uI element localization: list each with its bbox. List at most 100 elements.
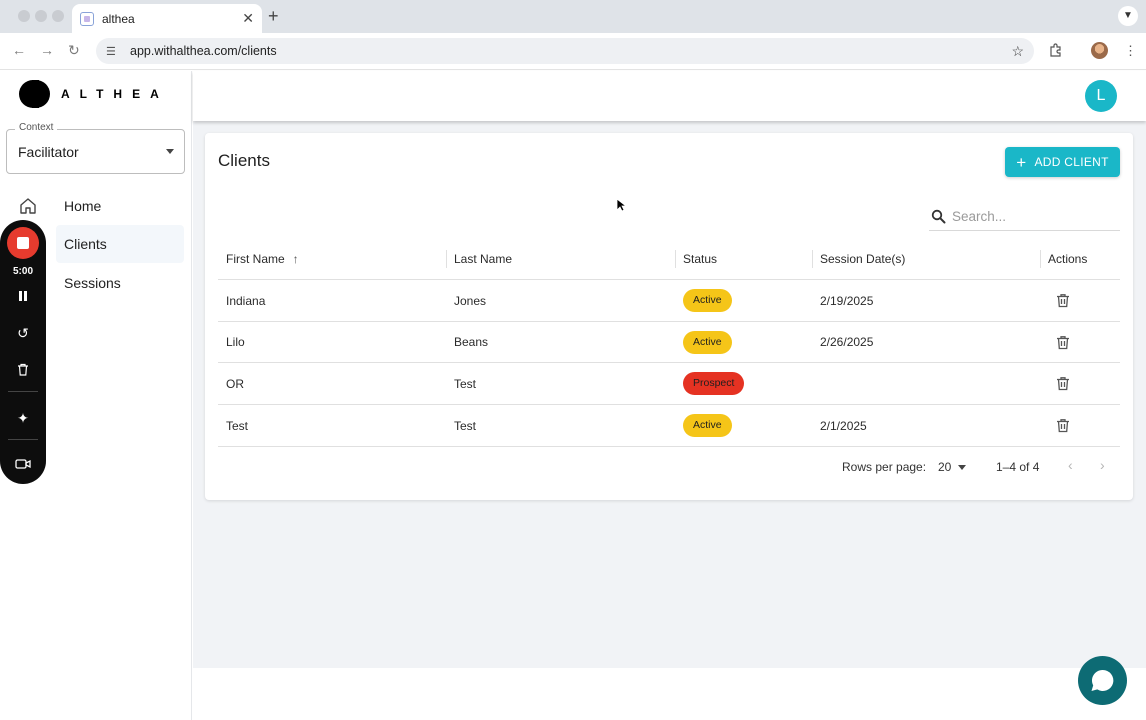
cell-actions xyxy=(1056,280,1070,321)
pause-icon[interactable] xyxy=(13,287,33,307)
table-pagination: Rows per page: 20 1–4 of 4 ‹ › xyxy=(218,454,1120,480)
column-separator xyxy=(446,250,447,268)
delete-trash-icon[interactable] xyxy=(1056,376,1070,391)
bookmark-star-icon[interactable]: ☆ xyxy=(1011,43,1024,60)
sort-ascending-icon[interactable]: ↑ xyxy=(293,252,299,266)
rows-per-page-caret-icon[interactable] xyxy=(958,465,966,470)
main-content: L Clients + ADD CLIENT First Name ↑ xyxy=(193,71,1146,720)
home-icon[interactable] xyxy=(19,197,37,215)
clients-card: Clients + ADD CLIENT First Name ↑ xyxy=(205,133,1133,500)
stop-record-icon[interactable] xyxy=(7,227,39,259)
rows-per-page-label: Rows per page: xyxy=(842,460,927,474)
window-zoom-dot[interactable] xyxy=(52,10,64,22)
favicon-icon xyxy=(80,11,94,26)
browser-profile-avatar[interactable] xyxy=(1091,42,1108,59)
add-client-button[interactable]: + ADD CLIENT xyxy=(1005,147,1120,177)
recording-timer: 5:00 xyxy=(12,266,33,277)
table-row[interactable]: Lilo Beans Active 2/26/2025 xyxy=(218,322,1120,364)
sidebar-item-clients[interactable]: Clients xyxy=(56,225,184,263)
column-header-label: Status xyxy=(683,252,718,266)
cell-status: Active xyxy=(683,405,732,446)
restart-icon[interactable]: ↺ xyxy=(13,323,33,343)
back-icon[interactable]: ← xyxy=(12,42,26,58)
table-row[interactable]: Indiana Jones Active 2/19/2025 xyxy=(218,280,1120,322)
app: ALTHEA Context Facilitator Home Clients … xyxy=(0,71,1146,720)
extensions-icon[interactable] xyxy=(1049,43,1063,60)
previous-page-icon[interactable]: ‹ xyxy=(1068,457,1073,473)
delete-trash-icon[interactable] xyxy=(1056,418,1070,433)
delete-trash-icon[interactable] xyxy=(1056,335,1070,350)
trash-icon[interactable] xyxy=(13,361,33,381)
browser-menu-icon[interactable]: ⋮ xyxy=(1124,43,1137,59)
effects-icon[interactable]: ✦ xyxy=(13,408,33,428)
delete-trash-icon[interactable] xyxy=(1056,293,1070,308)
search-icon xyxy=(931,209,946,223)
cell-actions xyxy=(1056,405,1070,446)
logo-text: ALTHEA xyxy=(61,87,169,101)
new-tab-icon[interactable]: + xyxy=(268,6,279,27)
tab-close-icon[interactable]: ✕ xyxy=(242,10,254,27)
table-header: First Name ↑ Last Name Status Session Da… xyxy=(218,238,1120,280)
column-header-session-dates[interactable]: Session Date(s) xyxy=(820,238,905,280)
window-close-dot[interactable] xyxy=(18,10,30,22)
cell-last-name: Test xyxy=(454,418,477,433)
column-header-last-name[interactable]: Last Name xyxy=(454,238,512,280)
site-settings-icon[interactable]: ☰ xyxy=(106,45,120,58)
sidebar-item-label: Home xyxy=(64,198,102,214)
cell-status: Active xyxy=(683,280,732,321)
user-avatar[interactable]: L xyxy=(1085,80,1117,112)
sidebar-item-home[interactable]: Home xyxy=(56,187,184,225)
camera-icon[interactable] xyxy=(13,455,33,475)
tab-search-chevron-icon[interactable]: ▼ xyxy=(1118,6,1138,26)
cell-session-date: 2/1/2025 xyxy=(820,418,867,433)
cell-status: Prospect xyxy=(683,363,745,404)
chat-widget-button[interactable] xyxy=(1078,656,1127,705)
sidebar-item-label: Clients xyxy=(64,236,107,252)
status-badge: Prospect xyxy=(683,372,745,396)
url-text[interactable]: app.withalthea.com/clients xyxy=(130,44,1011,58)
status-badge: Active xyxy=(683,289,732,312)
cell-last-name: Beans xyxy=(454,335,489,350)
forward-icon[interactable]: → xyxy=(40,42,54,58)
reload-icon[interactable]: ↻ xyxy=(68,42,80,59)
cell-status: Active xyxy=(683,322,732,363)
column-header-label: Actions xyxy=(1048,252,1088,266)
althea-logo[interactable]: ALTHEA xyxy=(19,80,169,108)
window-minimize-dot[interactable] xyxy=(35,10,47,22)
browser-tab[interactable]: althea ✕ xyxy=(72,4,262,33)
pagination-range: 1–4 of 4 xyxy=(996,460,1040,474)
next-page-icon[interactable]: › xyxy=(1100,457,1105,473)
chat-bubble-icon xyxy=(1091,669,1114,691)
app-header: L xyxy=(193,71,1146,121)
add-client-label: ADD CLIENT xyxy=(1034,155,1109,169)
app-footer xyxy=(193,668,1146,720)
tab-title: althea xyxy=(102,11,135,26)
cell-last-name: Test xyxy=(454,376,477,391)
browser-toolbar: ← → ↻ ☰ app.withalthea.com/clients ☆ ⋮ xyxy=(0,33,1146,70)
dropdown-caret-icon xyxy=(166,149,174,154)
column-header-label: First Name xyxy=(226,252,285,266)
cell-first-name: OR xyxy=(226,376,244,391)
cell-actions xyxy=(1056,322,1070,363)
column-header-first-name[interactable]: First Name ↑ xyxy=(226,238,299,280)
context-value: Facilitator xyxy=(18,144,79,160)
status-badge: Active xyxy=(683,414,732,438)
context-select[interactable]: Context Facilitator xyxy=(6,122,185,174)
screen-recorder-toolbar: 5:00 ↺ ✦ xyxy=(0,220,46,484)
table-row[interactable]: Test Test Active 2/1/2025 xyxy=(218,405,1120,447)
cell-last-name: Jones xyxy=(454,293,487,308)
column-header-label: Session Date(s) xyxy=(820,252,906,266)
column-header-actions: Actions xyxy=(1048,238,1087,280)
search-input[interactable] xyxy=(952,209,1112,224)
sidebar: ALTHEA Context Facilitator Home Clients … xyxy=(0,71,192,720)
column-header-status[interactable]: Status xyxy=(683,238,717,280)
search-field[interactable] xyxy=(929,203,1120,231)
table-row[interactable]: OR Test Prospect xyxy=(218,363,1120,406)
status-badge: Active xyxy=(683,330,732,354)
column-header-label: Last Name xyxy=(454,252,513,266)
cell-first-name: Test xyxy=(226,418,249,433)
sidebar-item-sessions[interactable]: Sessions xyxy=(56,264,184,302)
address-bar[interactable]: ☰ app.withalthea.com/clients ☆ xyxy=(96,38,1034,64)
rows-per-page-select[interactable]: 20 xyxy=(938,460,951,474)
column-separator xyxy=(1040,250,1041,268)
